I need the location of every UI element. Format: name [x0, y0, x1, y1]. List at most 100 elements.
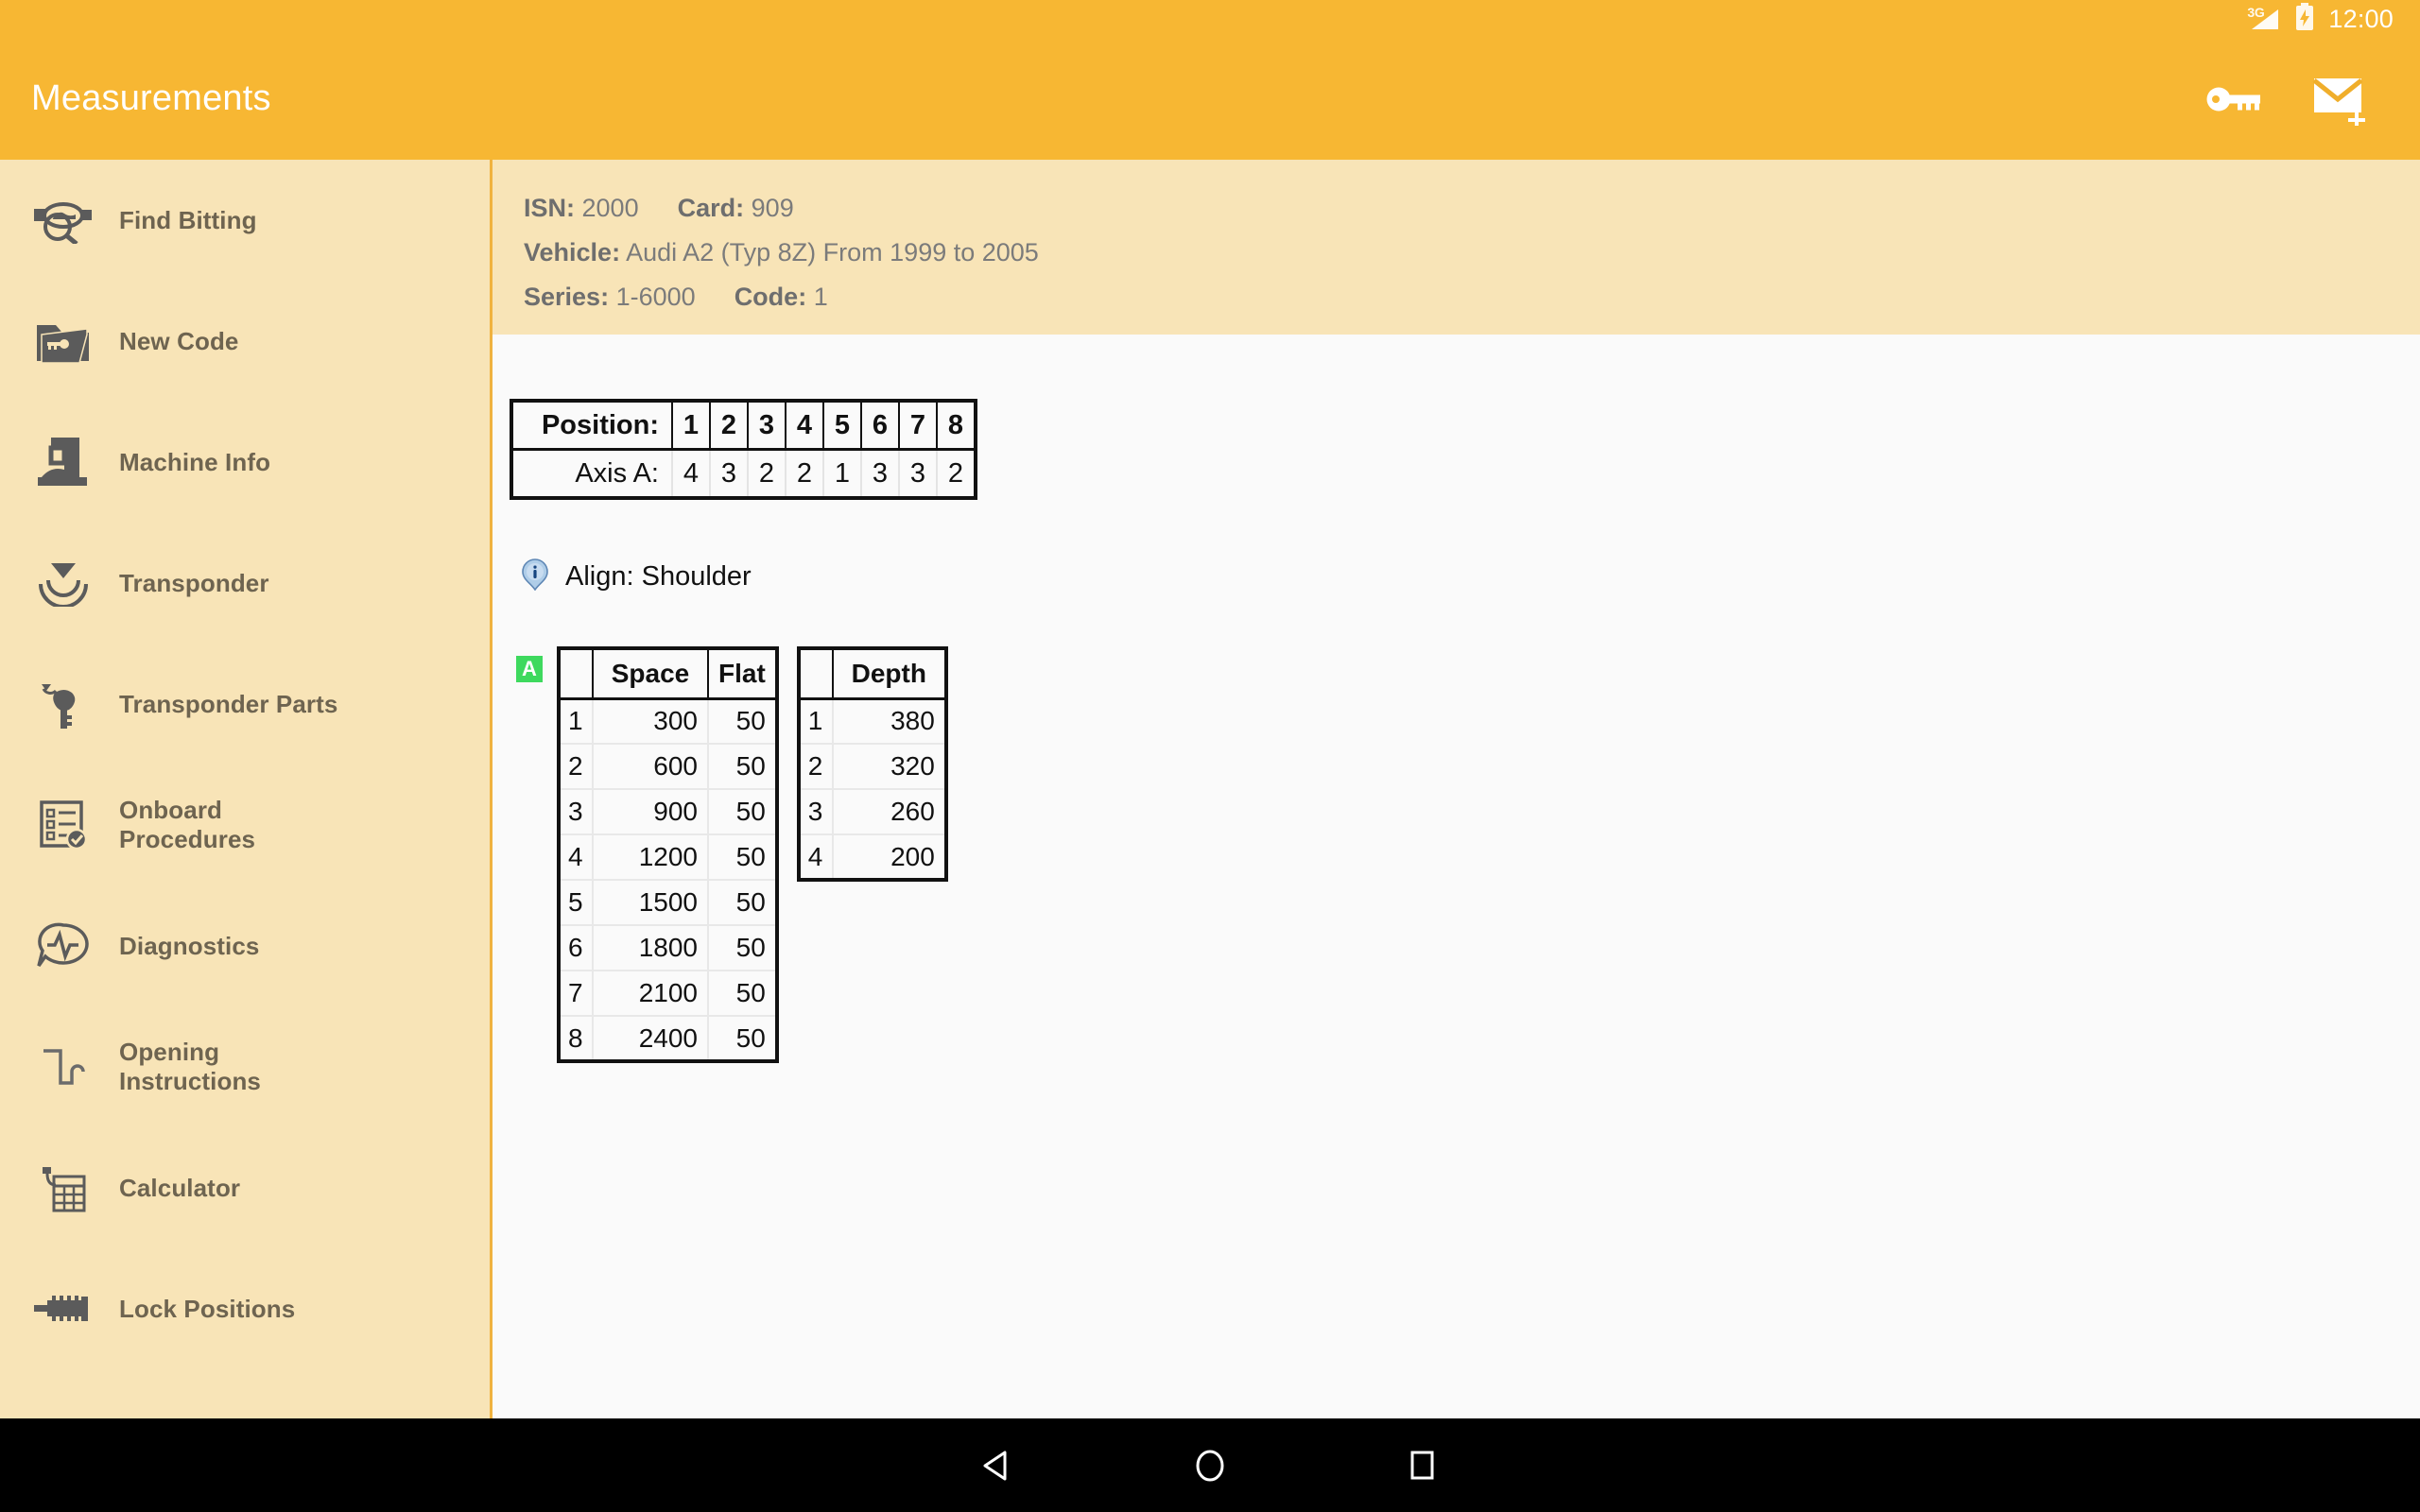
- lock-positions-icon: [28, 1274, 98, 1344]
- table-cell: 320: [831, 743, 946, 789]
- transponder-parts-key-icon: [28, 669, 98, 739]
- series-label: Series:: [524, 283, 610, 311]
- row-index-cell: 1: [568, 706, 583, 736]
- measurements-tables: A Space Flat 1 300 50 2 600 50 3 900 50 4 1200 50 5 15…: [516, 646, 2420, 1063]
- table-row: 5 1500 50: [559, 879, 777, 925]
- table-row: 1 380: [799, 698, 946, 744]
- calculator-icon: [28, 1153, 98, 1223]
- transponder-signal-icon: [28, 548, 98, 618]
- axis-value-cell: 2: [747, 449, 786, 498]
- align-info-row: Align: Shoulder: [521, 558, 2420, 595]
- table-cell: 2400: [592, 1015, 708, 1061]
- table-cell: 260: [831, 788, 946, 834]
- table-row: 2 600 50: [559, 743, 777, 789]
- row-index-cell: 6: [559, 924, 593, 971]
- table-cell: 50: [707, 698, 777, 744]
- row-index-cell: 8: [559, 1015, 593, 1061]
- android-app-screen: 3G 12:00 Measurements Find Bitting New C…: [0, 0, 2420, 1512]
- row-index-cell: 4: [559, 833, 593, 880]
- info-line-isn-card: ISN: 2000 Card: 909: [524, 186, 2420, 231]
- series-value: 1-6000: [615, 283, 696, 311]
- position-table-container: Position: 12345678 Axis A: 43221332: [510, 399, 2420, 500]
- column-header: Space: [592, 648, 708, 700]
- key-icon[interactable]: [2204, 69, 2265, 129]
- axis-row-label: Axis A:: [575, 457, 659, 489]
- mail-add-icon[interactable]: [2312, 69, 2373, 129]
- back-button[interactable]: [964, 1432, 1032, 1500]
- table-cell: 50: [707, 970, 777, 1016]
- table-cell: 50: [707, 1015, 777, 1061]
- table-row: 6 1800 50: [559, 924, 777, 971]
- position-cell: 4: [785, 401, 823, 451]
- info-balloon-icon: [521, 558, 549, 595]
- status-badge: A: [516, 656, 543, 682]
- sidebar-item-onboard-procedures[interactable]: Onboard Procedures: [0, 765, 490, 885]
- sidebar-item-find-bitting[interactable]: Find Bitting: [0, 160, 490, 281]
- table-cell: 1800: [592, 924, 708, 971]
- sidebar-item-label: Diagnostics: [119, 931, 260, 960]
- table-cell: 900: [592, 788, 708, 834]
- new-code-folder-key-icon: [28, 306, 98, 376]
- axis-value-cell: 2: [936, 449, 976, 498]
- position-cell: 3: [747, 401, 786, 451]
- card-label: Card:: [677, 194, 745, 222]
- table-row-axis: Axis A: 43221332: [511, 449, 976, 498]
- axis-value-cell: 3: [860, 449, 899, 498]
- recents-button[interactable]: [1388, 1432, 1456, 1500]
- info-line-vehicle: Vehicle: Audi A2 (Typ 8Z) From 1999 to 2…: [524, 231, 2420, 275]
- network-type-label: 3G: [2247, 5, 2265, 20]
- sidebar-item-label: Onboard Procedures: [119, 796, 256, 853]
- table-row: 3 260: [798, 788, 946, 834]
- sidebar-item-diagnostics[interactable]: Diagnostics: [0, 885, 490, 1006]
- table-cell: 300: [592, 698, 708, 744]
- position-cell: 7: [898, 401, 937, 451]
- opening-instructions-icon: [28, 1032, 98, 1102]
- sidebar-item-machine-info[interactable]: Machine Info: [0, 402, 490, 523]
- sidebar-navigation: Find Bitting New Code Machine Info Trans…: [0, 160, 493, 1418]
- sidebar-item-calculator[interactable]: Calculator: [0, 1127, 490, 1248]
- position-row-label: Position:: [511, 401, 672, 451]
- sidebar-item-label: Transponder Parts: [119, 689, 338, 718]
- axis-value-cell: 4: [671, 449, 710, 498]
- sidebar-item-transponder[interactable]: Transponder: [0, 523, 490, 644]
- table-cell: 1500: [592, 879, 708, 925]
- table-cell: 380: [831, 698, 946, 744]
- code-value: 1: [813, 283, 828, 311]
- sidebar-item-lock-positions[interactable]: Lock Positions: [0, 1248, 490, 1369]
- card-value: 909: [751, 194, 794, 222]
- row-index-cell: 2: [798, 743, 833, 789]
- table-cell: 600: [592, 743, 708, 789]
- clock-time: 12:00: [2328, 4, 2394, 33]
- android-navigation-bar: [0, 1418, 2420, 1512]
- page-title: Measurements: [31, 78, 271, 118]
- row-index-cell: 2: [559, 743, 593, 789]
- diagnostics-pulse-icon: [28, 911, 98, 981]
- isn-label: ISN:: [524, 194, 575, 222]
- sidebar-item-new-code[interactable]: New Code: [0, 281, 490, 402]
- content-area: ISN: 2000 Card: 909 Vehicle: Audi A2 (Ty…: [493, 160, 2420, 1418]
- row-index-cell: 3: [559, 788, 593, 834]
- position-cell: 6: [860, 401, 899, 451]
- table-cell: 1200: [592, 833, 708, 880]
- status-bar-indicators: 3G 12:00: [2247, 2, 2394, 36]
- table-header-row: Depth: [798, 648, 946, 700]
- find-bitting-icon: [28, 185, 98, 255]
- home-button[interactable]: [1176, 1432, 1244, 1500]
- sidebar-item-opening-instructions[interactable]: Opening Instructions: [0, 1006, 490, 1127]
- align-label: Align: Shoulder: [565, 561, 752, 592]
- signal-bars-icon: 3G: [2247, 5, 2281, 32]
- table-cell: 50: [707, 879, 777, 925]
- vehicle-label: Vehicle:: [524, 238, 621, 266]
- table-row: 7 2100 50: [559, 970, 777, 1016]
- table-header-row: Space Flat: [559, 648, 777, 700]
- code-label: Code:: [734, 283, 807, 311]
- depth-table: Depth 1 380 2 320 3 260 4 200: [796, 646, 948, 882]
- sidebar-item-transponder-parts[interactable]: Transponder Parts: [0, 644, 490, 765]
- table-cell: 2100: [592, 970, 708, 1016]
- sidebar-item-label: Calculator: [119, 1173, 241, 1202]
- axis-value-cell: 1: [822, 449, 861, 498]
- sidebar-item-label: Opening Instructions: [119, 1038, 261, 1095]
- info-line-series-code: Series: 1-6000 Code: 1: [524, 275, 2420, 319]
- status-bar: 3G 12:00: [0, 0, 2420, 38]
- table-cell: 50: [707, 924, 777, 971]
